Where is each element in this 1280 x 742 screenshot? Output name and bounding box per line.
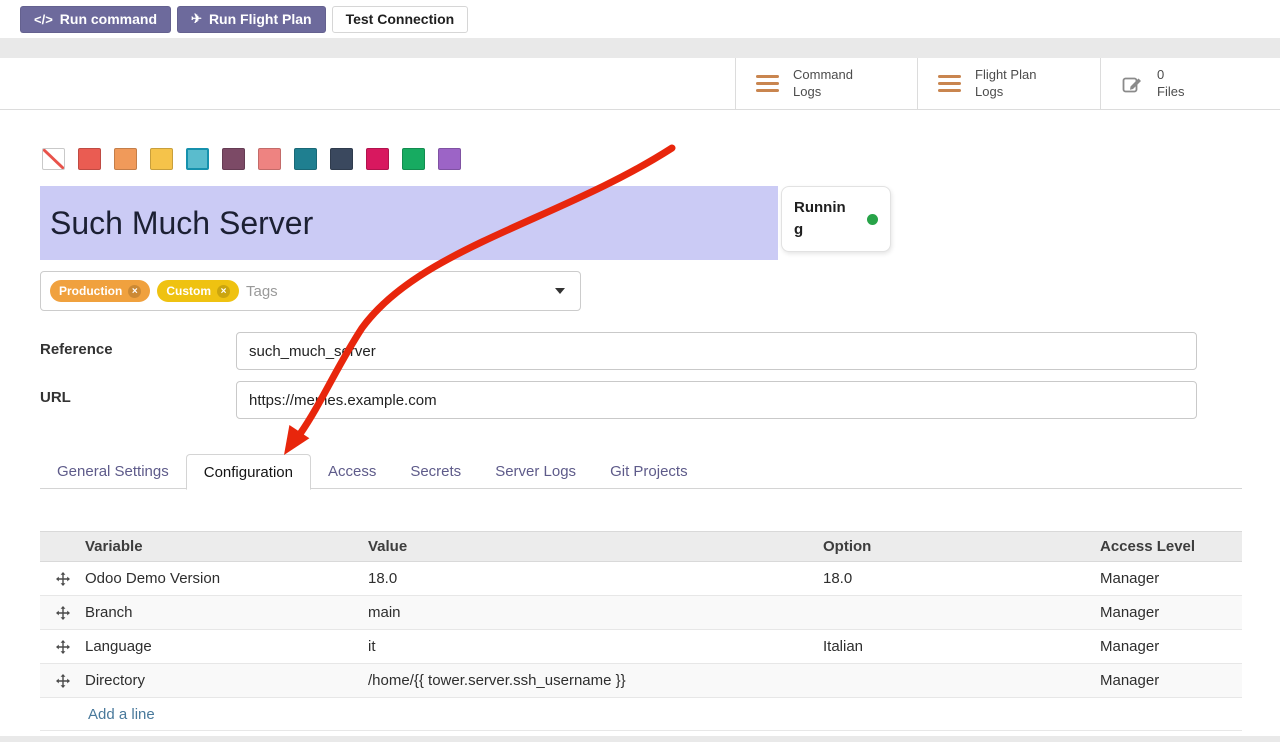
form-header: Command Logs Flight Plan Logs 0 Files	[0, 58, 1280, 110]
tab-secrets[interactable]: Secrets	[393, 454, 478, 489]
table-row[interactable]: Branch main Manager	[40, 596, 1242, 630]
tags-input[interactable]	[246, 283, 548, 300]
status-indicator[interactable]: Running	[781, 186, 891, 252]
cell-value[interactable]: main	[368, 604, 823, 621]
table-row[interactable]: Odoo Demo Version 18.0 18.0 Manager	[40, 562, 1242, 596]
color-swatch-yellow[interactable]	[150, 148, 173, 170]
color-swatch-no-color[interactable]	[42, 148, 65, 170]
reference-label: Reference	[40, 341, 113, 358]
cell-access-level[interactable]: Manager	[1100, 638, 1242, 655]
color-swatch-red[interactable]	[78, 148, 101, 170]
table-row[interactable]: Directory /home/{{ tower.server.ssh_user…	[40, 664, 1242, 698]
status-dot-icon	[867, 214, 878, 225]
remove-tag-icon[interactable]: ×	[217, 285, 230, 298]
tags-field: Production × Custom ×	[40, 271, 581, 311]
command-logs-button[interactable]: Command Logs	[735, 58, 917, 109]
app-window: </> Run command ✈ Run Flight Plan Test C…	[0, 0, 1280, 742]
color-swatch-dark-purple[interactable]	[222, 148, 245, 170]
run-command-label: Run command	[60, 11, 157, 27]
status-label: Running	[794, 197, 846, 241]
top-separator-band	[0, 38, 1280, 58]
column-header-variable: Variable	[85, 538, 368, 555]
tag-custom[interactable]: Custom ×	[157, 280, 239, 302]
add-a-line-link[interactable]: Add a line	[88, 706, 155, 723]
tab-configuration[interactable]: Configuration	[186, 454, 311, 490]
run-command-button[interactable]: </> Run command	[20, 6, 171, 33]
files-label: 0 Files	[1157, 67, 1184, 101]
column-header-option: Option	[823, 538, 1100, 555]
table-row[interactable]: Language it Italian Manager	[40, 630, 1242, 664]
chevron-down-icon[interactable]	[555, 288, 565, 294]
cell-value[interactable]: it	[368, 638, 823, 655]
edit-icon	[1121, 73, 1143, 95]
drag-handle-icon[interactable]	[56, 640, 70, 654]
column-header-access-level: Access Level	[1100, 538, 1242, 555]
cell-variable[interactable]: Branch	[85, 604, 368, 621]
drag-handle-icon[interactable]	[56, 606, 70, 620]
remove-tag-icon[interactable]: ×	[128, 285, 141, 298]
url-input[interactable]	[236, 381, 1197, 419]
cell-access-level[interactable]: Manager	[1100, 672, 1242, 689]
flight-plan-logs-label: Flight Plan Logs	[975, 67, 1036, 101]
configuration-table: Variable Value Option Access Level Odoo …	[40, 531, 1242, 731]
tab-access[interactable]: Access	[311, 454, 393, 489]
tag-custom-label: Custom	[166, 284, 211, 298]
command-logs-label: Command Logs	[793, 67, 853, 101]
menu-lines-icon	[938, 75, 961, 92]
cell-access-level[interactable]: Manager	[1100, 570, 1242, 587]
cell-option[interactable]: 18.0	[823, 570, 1100, 587]
run-flight-plan-label: Run Flight Plan	[209, 11, 312, 27]
flight-plan-logs-button[interactable]: Flight Plan Logs	[917, 58, 1100, 109]
color-swatch-green[interactable]	[402, 148, 425, 170]
color-picker	[42, 148, 461, 170]
files-button[interactable]: 0 Files	[1100, 58, 1280, 109]
run-flight-plan-button[interactable]: ✈ Run Flight Plan	[177, 6, 326, 33]
code-icon: </>	[34, 12, 53, 27]
cell-variable[interactable]: Odoo Demo Version	[85, 570, 368, 587]
test-connection-button[interactable]: Test Connection	[332, 6, 469, 33]
tab-general-settings[interactable]: General Settings	[40, 454, 186, 489]
tab-git-projects[interactable]: Git Projects	[593, 454, 705, 489]
color-swatch-magenta[interactable]	[366, 148, 389, 170]
color-swatch-teal[interactable]	[294, 148, 317, 170]
color-swatch-purple[interactable]	[438, 148, 461, 170]
cell-option[interactable]: Italian	[823, 638, 1100, 655]
bottom-separator-band	[0, 736, 1280, 742]
cell-value[interactable]: 18.0	[368, 570, 823, 587]
menu-lines-icon	[756, 75, 779, 92]
plane-icon: ✈	[191, 11, 202, 27]
color-swatch-orange[interactable]	[114, 148, 137, 170]
action-toolbar: </> Run command ✈ Run Flight Plan Test C…	[0, 0, 1280, 38]
test-connection-label: Test Connection	[346, 11, 455, 27]
tag-production[interactable]: Production ×	[50, 280, 150, 302]
cell-value[interactable]: /home/{{ tower.server.ssh_username }}	[368, 672, 823, 689]
notebook-tabs: General Settings Configuration Access Se…	[40, 454, 1242, 489]
table-header-row: Variable Value Option Access Level	[40, 531, 1242, 562]
color-swatch-dark-blue[interactable]	[330, 148, 353, 170]
add-line-row: Add a line	[40, 698, 1242, 731]
drag-handle-icon[interactable]	[56, 572, 70, 586]
tab-server-logs[interactable]: Server Logs	[478, 454, 593, 489]
color-swatch-light-blue-selected[interactable]	[186, 148, 209, 170]
cell-variable[interactable]: Directory	[85, 672, 368, 689]
cell-variable[interactable]: Language	[85, 638, 368, 655]
column-header-value: Value	[368, 538, 823, 555]
reference-input[interactable]	[236, 332, 1197, 370]
tag-production-label: Production	[59, 284, 122, 298]
color-swatch-salmon[interactable]	[258, 148, 281, 170]
drag-handle-icon[interactable]	[56, 674, 70, 688]
cell-access-level[interactable]: Manager	[1100, 604, 1242, 621]
server-name-input[interactable]	[40, 186, 778, 260]
url-label: URL	[40, 389, 71, 406]
